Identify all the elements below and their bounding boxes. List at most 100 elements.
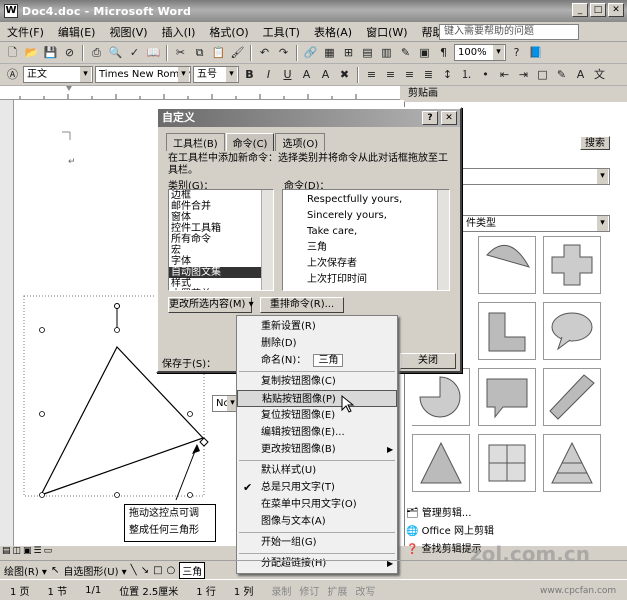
command-item[interactable]: 三角 [283,240,449,256]
styles-formatting-icon[interactable]: Ⓐ [4,66,21,83]
ctx-name[interactable]: 命名(N)： 三角 [237,352,397,369]
read-icon[interactable]: 📘 [527,44,544,61]
ctx-begin-group[interactable]: 开始一组(G) [237,534,397,551]
line-icon[interactable]: ╲ [131,565,137,576]
style-select[interactable]: 正文 [23,66,93,83]
insert-table-icon[interactable]: ⊞ [340,44,357,61]
align-center-icon[interactable]: ≡ [382,66,399,83]
rectangle-icon[interactable]: □ [153,565,162,576]
redo-icon[interactable]: ↷ [275,44,292,61]
maximize-button[interactable]: □ [590,3,606,17]
ctx-paste-image[interactable]: 粘贴按钮图像(P) [237,390,397,407]
command-item[interactable]: 上次保存者 [283,256,449,272]
align-right-icon[interactable]: ≡ [401,66,418,83]
clipart-thumb-l-shape[interactable] [478,302,536,360]
menu-window[interactable]: 窗口(W) [359,24,414,40]
dialog-title-bar[interactable]: 自定义 ? ✕ [158,109,460,127]
dialog-close-button[interactable]: ✕ [441,111,457,125]
ctx-name-input[interactable]: 三角 [313,354,344,367]
autoshapes-menu[interactable]: 自选图形(U) ▾ [63,563,126,578]
phonetic-icon[interactable]: 文 [591,66,608,83]
font-color-icon[interactable]: A [572,66,589,83]
oval-icon[interactable]: ○ [167,565,176,576]
print-icon[interactable]: ⎙ [88,44,105,61]
bold-icon[interactable]: B [241,66,258,83]
ctx-reset-image[interactable]: 复位按钮图像(E) [237,407,397,424]
clipart-thumb-pyramid[interactable] [543,434,601,492]
minimize-button[interactable]: _ [572,3,588,17]
category-item[interactable]: 内置菜单 [169,289,273,290]
zoom-select[interactable]: 100% [454,44,506,61]
columns-icon[interactable]: ▥ [378,44,395,61]
category-item[interactable]: 所有命令 [169,234,273,245]
clipart-thumb-cross[interactable] [543,236,601,294]
menu-file[interactable]: 文件(F) [0,24,51,40]
categories-scrollbar[interactable] [261,190,273,290]
clipart-thumb-puzzle[interactable] [478,434,536,492]
ctx-text-only-menus[interactable]: 在菜单中只用文字(O) [237,496,397,513]
menu-table[interactable]: 表格(A) [307,24,359,40]
tab-options[interactable]: 选项(O) [275,133,326,151]
dialog-close-action[interactable]: 关闭 [400,353,456,369]
open-icon[interactable]: 📂 [23,44,40,61]
office-online-link[interactable]: 🌐 Office 网上剪辑 [406,522,494,537]
drawing-icon[interactable]: ✎ [397,44,414,61]
ctx-edit-image[interactable]: 编辑按钮图像(E)... [237,424,397,441]
clipart-thumb-pie[interactable] [412,368,470,426]
ctx-image-and-text[interactable]: 图像与文本(A) [237,513,397,530]
format-painter-icon[interactable]: 🖌 [229,44,246,61]
category-item[interactable]: 样式 [169,278,273,289]
new-icon[interactable]: 🗋 [4,44,21,61]
ctx-change-image[interactable]: 更改按钮图像(B) [237,441,397,458]
hyperlink-icon[interactable]: 🔗 [302,44,319,61]
horizontal-ruler[interactable] [0,86,400,100]
clipart-thumb-triangle[interactable] [412,434,470,492]
paste-icon[interactable]: 📋 [210,44,227,61]
file-type-select[interactable]: 件类型 [462,215,610,232]
align-left-icon[interactable]: ≡ [363,66,380,83]
status-record[interactable]: 录制 [271,583,291,598]
category-item[interactable]: 邮件合并 [169,201,273,212]
outline-view-icon[interactable]: ☰ [34,546,42,560]
line-spacing-icon[interactable]: ↕ [439,66,456,83]
ctx-text-only-always[interactable]: 总是只用文字(T) [237,479,397,496]
close-button[interactable]: ✕ [608,3,624,17]
clipart-thumb-speech-bubble[interactable] [543,302,601,360]
vertical-ruler[interactable] [0,100,14,546]
organize-clips-link[interactable]: 🗂 管理剪辑... [406,504,471,519]
command-item[interactable]: Take care, [283,224,449,240]
print-preview-icon[interactable]: 🔍 [107,44,124,61]
menu-insert[interactable]: 插入(I) [155,24,203,40]
status-track[interactable]: 修订 [299,583,319,598]
word-app-icon[interactable]: W [4,4,18,18]
ctx-delete[interactable]: 删除(D) [237,335,397,352]
command-item[interactable]: Respectfully yours, [283,192,449,208]
document-map-icon[interactable]: ▣ [416,44,433,61]
save-icon[interactable]: 💾 [42,44,59,61]
spelling-icon[interactable]: ✓ [126,44,143,61]
commands-scrollbar[interactable] [437,190,449,290]
category-item[interactable]: 字体 [169,256,273,267]
search-in-select[interactable] [462,168,610,185]
status-overtype[interactable]: 改写 [355,583,375,598]
numbering-icon[interactable]: ⒈ [458,66,475,83]
bullets-icon[interactable]: • [477,66,494,83]
tab-commands[interactable]: 命令(C) [225,133,275,151]
char-shading-icon[interactable]: A [317,66,334,83]
category-item[interactable]: 宏 [169,245,273,256]
status-extend[interactable]: 扩展 [327,583,347,598]
justify-icon[interactable]: ≣ [420,66,437,83]
char-border-icon[interactable]: A [298,66,315,83]
rearrange-commands-button[interactable]: 重排命令(R)... [260,297,344,313]
category-item[interactable]: 边框 [169,190,273,201]
draw-menu[interactable]: 绘图(R) ▾ [4,563,47,578]
ctx-reset[interactable]: 重新设置(R) [237,318,397,335]
help-icon[interactable]: ? [508,44,525,61]
modify-selection-button[interactable]: 更改所选内容(M) ▾ [168,297,254,313]
category-item[interactable]: 控件工具箱 [169,223,273,234]
outside-border-icon[interactable]: □ [534,66,551,83]
dialog-help-button[interactable]: ? [422,111,438,125]
triangle-custom-button[interactable]: 三角 [179,562,206,579]
permission-icon[interactable]: ⊘ [61,44,78,61]
category-item[interactable]: 窗体 [169,212,273,223]
